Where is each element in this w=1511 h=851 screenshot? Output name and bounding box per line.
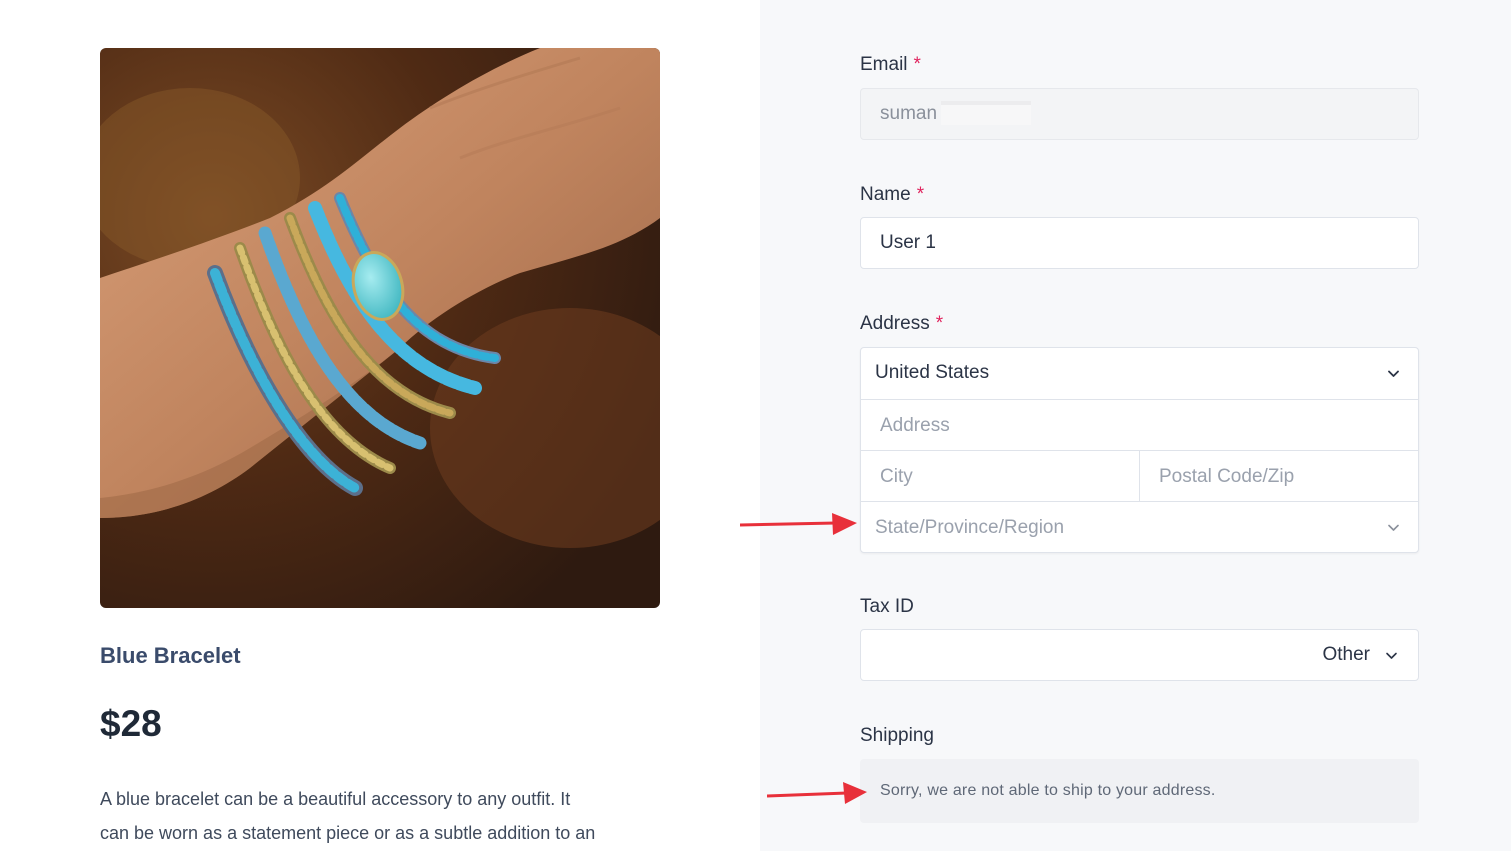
city-placeholder: City: [880, 466, 913, 487]
postal-code-placeholder: Postal Code/Zip: [1159, 466, 1295, 487]
annotation-arrow: [740, 513, 857, 535]
tax-id-type-select[interactable]: Other: [1322, 644, 1370, 666]
annotation-arrow: [767, 782, 867, 804]
product-description-line: A blue bracelet can be a beautiful acces…: [100, 789, 571, 809]
name-label-text: Name: [860, 184, 911, 205]
shipping-message: Sorry, we are not able to ship to your a…: [880, 782, 1216, 799]
required-star: *: [935, 313, 944, 334]
required-star: *: [913, 54, 921, 75]
country-value: United States: [875, 362, 990, 383]
shipping-label-text: Shipping: [860, 725, 934, 746]
product-description: A blue bracelet can be a beautiful acces…: [100, 782, 660, 850]
chevron-down-icon: [1388, 370, 1399, 377]
redacted-line: [941, 101, 1031, 105]
address-label-text: Address: [860, 313, 930, 334]
email-value: suman: [880, 103, 938, 124]
city-input[interactable]: City: [861, 451, 1140, 502]
required-star: *: [916, 184, 925, 205]
name-field[interactable]: User 1: [860, 217, 1419, 269]
address-placeholder: Address: [880, 415, 950, 436]
address-input[interactable]: Address: [861, 399, 1418, 450]
product-panel: Blue Bracelet $28 A blue bracelet can be…: [0, 0, 760, 851]
tax-id-label-text: Tax ID: [860, 596, 914, 617]
country-select[interactable]: United States: [861, 348, 1418, 399]
product-name: Blue Bracelet: [100, 643, 241, 668]
city-zip-row: City Postal Code/Zip: [861, 450, 1418, 502]
chevron-down-icon: [1388, 524, 1399, 531]
product-description-line: can be worn as a statement piece or as a…: [100, 823, 596, 843]
product-price: $28: [100, 703, 162, 744]
email-label-text: Email: [860, 54, 908, 75]
email-field[interactable]: suman: [860, 88, 1419, 140]
shipping-label: Shipping: [860, 725, 934, 747]
postal-code-input[interactable]: Postal Code/Zip: [1140, 451, 1418, 502]
tax-id-label: Tax ID: [860, 596, 914, 618]
shipping-message-box: Sorry, we are not able to ship to your a…: [860, 759, 1419, 823]
state-placeholder: State/Province/Region: [875, 517, 1065, 538]
name-label: Name *: [860, 184, 924, 206]
address-group: United States Address City Postal Code/Z…: [860, 347, 1419, 553]
name-value: User 1: [880, 232, 936, 253]
email-label: Email *: [860, 54, 921, 76]
tax-id-field[interactable]: Other: [860, 629, 1419, 681]
state-select[interactable]: State/Province/Region: [861, 501, 1418, 552]
address-label: Address *: [860, 313, 943, 335]
chevron-down-icon: [1386, 652, 1397, 659]
product-image: [100, 48, 660, 608]
